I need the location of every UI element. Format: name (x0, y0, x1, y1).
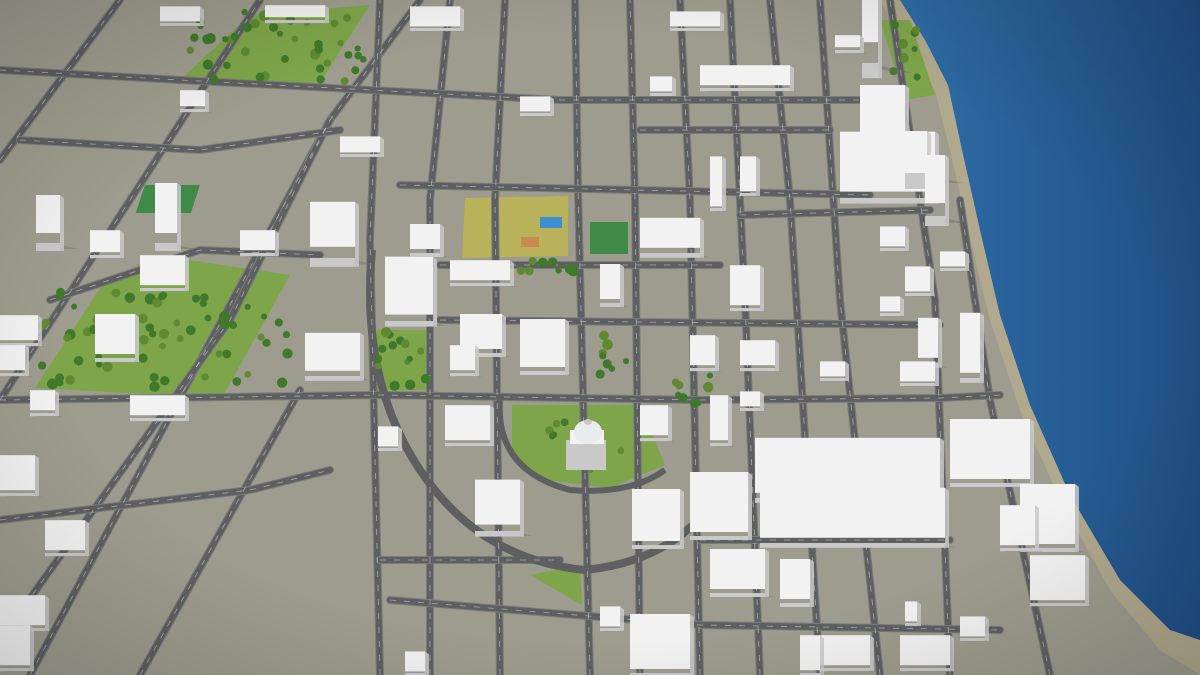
city-model-scene (0, 0, 1200, 675)
lighting-vignette (0, 0, 1200, 675)
